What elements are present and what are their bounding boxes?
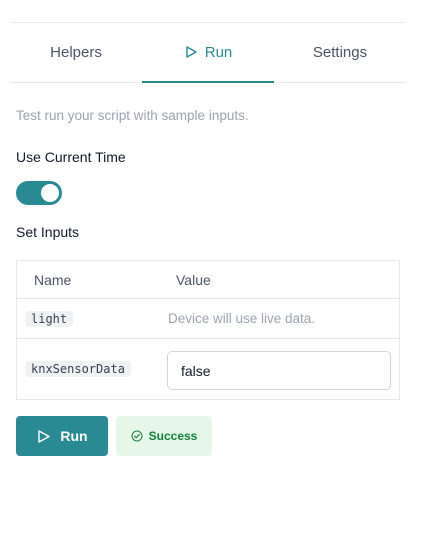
knx-sensor-data-value-input[interactable] (167, 351, 391, 390)
tab-run[interactable]: Run (142, 22, 274, 82)
run-button-label: Run (60, 428, 88, 444)
play-outline-icon (184, 45, 198, 59)
toggle-knob (41, 184, 59, 202)
input-name-knx-sensor-data: knxSensorData (25, 361, 131, 377)
tab-helpers[interactable]: Helpers (10, 22, 142, 82)
tab-run-label: Run (204, 43, 233, 61)
column-header-value: Value (176, 272, 211, 288)
status-label: Success (148, 429, 198, 443)
check-circle-icon (131, 430, 143, 442)
table-header: Name Value (17, 261, 399, 299)
use-current-time-toggle[interactable] (16, 181, 62, 205)
tab-helpers-label: Helpers (50, 43, 102, 61)
tab-settings[interactable]: Settings (274, 22, 406, 82)
tab-bar: Helpers Run Settings (10, 22, 406, 83)
inputs-table: Name Value light Device will use live da… (16, 260, 400, 400)
description-text: Test run your script with sample inputs. (16, 108, 249, 123)
live-data-text: Device will use live data. (168, 311, 316, 326)
run-panel: Helpers Run Settings Test run your scrip… (0, 0, 425, 548)
status-badge: Success (116, 416, 212, 456)
play-outline-icon (36, 429, 51, 444)
tab-settings-label: Settings (312, 43, 368, 61)
use-current-time-label: Use Current Time (16, 149, 126, 165)
column-header-name: Name (34, 272, 72, 288)
table-row: knxSensorData (17, 339, 399, 400)
table-row: light Device will use live data. (17, 299, 399, 339)
set-inputs-label: Set Inputs (16, 224, 80, 240)
input-name-light: light (25, 311, 74, 327)
active-tab-indicator (142, 81, 274, 83)
run-button[interactable]: Run (16, 416, 108, 456)
